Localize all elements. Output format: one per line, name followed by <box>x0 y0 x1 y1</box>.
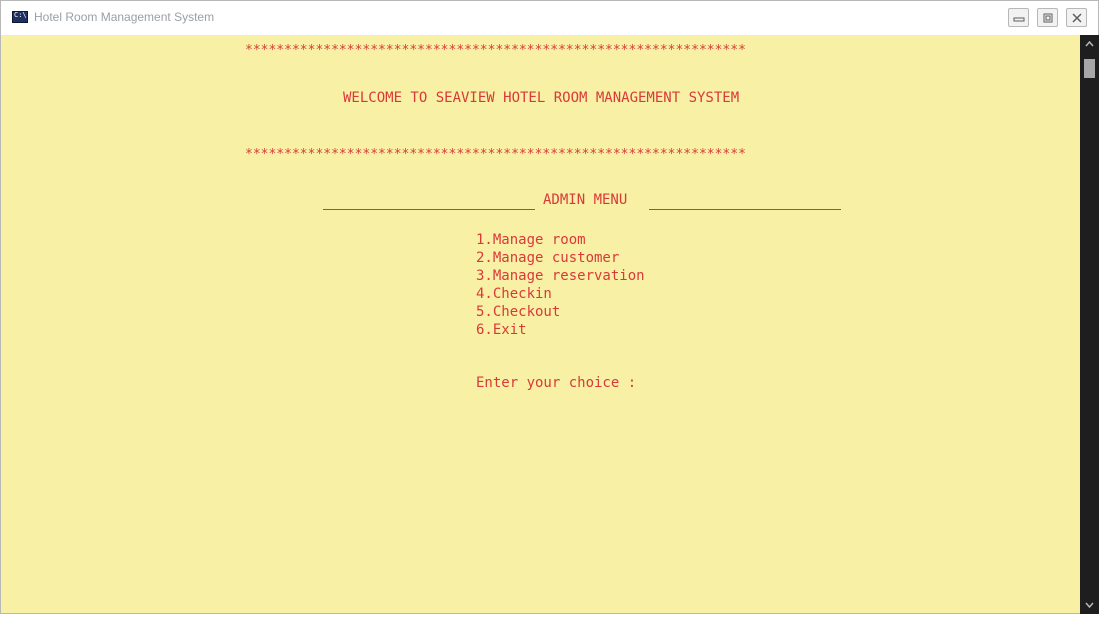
title-bar[interactable]: Hotel Room Management System <box>1 1 1098 35</box>
window-title: Hotel Room Management System <box>34 10 215 24</box>
close-icon <box>1072 13 1082 23</box>
menu-item-checkin[interactable]: 4.Checkin <box>476 285 645 303</box>
welcome-heading: WELCOME TO SEAVIEW HOTEL ROOM MANAGEMENT… <box>343 90 740 106</box>
stars-bottom-border: ****************************************… <box>245 147 746 162</box>
minimize-button[interactable] <box>1008 8 1029 27</box>
scroll-up-button[interactable] <box>1080 35 1099 53</box>
left-rule <box>323 209 535 210</box>
close-button[interactable] <box>1066 8 1087 27</box>
minimize-icon <box>1013 17 1025 22</box>
admin-menu-title: ADMIN MENU <box>543 192 628 208</box>
maximize-button[interactable] <box>1037 8 1058 27</box>
admin-menu-list: 1.Manage room 2.Manage customer 3.Manage… <box>476 231 645 339</box>
menu-item-manage-reservation[interactable]: 3.Manage reservation <box>476 267 645 285</box>
admin-menu-header: ADMIN MENU <box>323 190 841 212</box>
chevron-up-icon <box>1085 40 1094 47</box>
menu-item-manage-customer[interactable]: 2.Manage customer <box>476 249 645 267</box>
vertical-scrollbar[interactable] <box>1080 35 1099 614</box>
right-rule <box>649 209 841 210</box>
menu-item-checkout[interactable]: 5.Checkout <box>476 303 645 321</box>
menu-item-exit[interactable]: 6.Exit <box>476 321 645 339</box>
scroll-down-button[interactable] <box>1080 596 1099 614</box>
chevron-down-icon <box>1085 602 1094 609</box>
console-output[interactable]: ****************************************… <box>1 35 1080 614</box>
choice-prompt[interactable]: Enter your choice : <box>476 375 636 391</box>
stars-top-border: ****************************************… <box>245 43 746 58</box>
console-app-icon[interactable] <box>12 11 28 23</box>
scrollbar-thumb[interactable] <box>1084 59 1095 78</box>
menu-item-manage-room[interactable]: 1.Manage room <box>476 231 645 249</box>
maximize-icon <box>1043 13 1053 23</box>
console-window: Hotel Room Management System ***********… <box>0 0 1099 614</box>
